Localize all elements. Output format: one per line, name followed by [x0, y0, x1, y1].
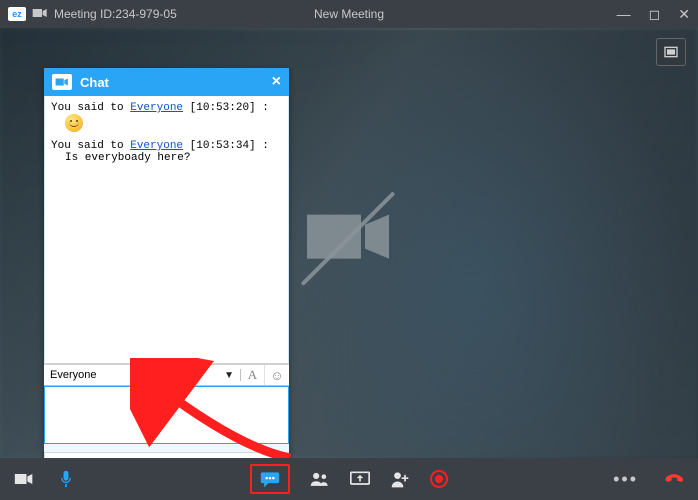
hangup-button[interactable]: [664, 470, 684, 488]
bottom-toolbar: •••: [0, 458, 698, 500]
share-screen-button[interactable]: [350, 470, 370, 488]
chat-title: Chat: [80, 75, 109, 90]
chat-message-body: Is everyboady here?: [51, 152, 282, 166]
chat-close-button[interactable]: ×: [272, 73, 281, 91]
chat-message: You said to Everyone [10:53:34] :: [51, 140, 282, 152]
chat-recipient-link[interactable]: Everyone: [130, 102, 183, 114]
window-title: New Meeting: [314, 7, 384, 21]
minimize-button[interactable]: —: [617, 6, 631, 22]
video-area: Chat × You said to Everyone [10:53:20] :…: [0, 28, 698, 458]
app-logo-icon: ez: [8, 7, 26, 21]
close-window-button[interactable]: ✕: [678, 6, 690, 23]
chat-panel: Chat × You said to Everyone [10:53:20] :…: [44, 68, 289, 458]
chat-message: You said to Everyone [10:53:20] :: [51, 102, 282, 114]
chat-message-body: [51, 114, 282, 132]
record-button[interactable]: [430, 470, 448, 488]
emoji-picker-button[interactable]: ☺: [265, 365, 289, 385]
add-participant-button[interactable]: [390, 470, 410, 488]
chat-button[interactable]: [250, 464, 290, 494]
mic-toggle-button[interactable]: [56, 470, 76, 488]
chat-recipient-select[interactable]: Everyone ▼: [44, 369, 241, 381]
chevron-down-icon: ▼: [224, 370, 234, 381]
chat-log: You said to Everyone [10:53:20] : You sa…: [44, 96, 289, 364]
participants-button[interactable]: [310, 470, 330, 488]
camera-toggle-button[interactable]: [14, 470, 34, 488]
font-format-button[interactable]: A: [241, 365, 265, 385]
chat-recipient-link[interactable]: Everyone: [130, 140, 183, 152]
chat-input[interactable]: [44, 386, 289, 444]
record-icon: [430, 470, 448, 488]
more-options-button[interactable]: •••: [613, 469, 638, 490]
camera-small-icon: [32, 7, 48, 22]
chat-app-icon: [52, 74, 72, 90]
titlebar: ez Meeting ID:234-979-05 New Meeting — ◻…: [0, 0, 698, 28]
chat-recipient-selected: Everyone: [50, 369, 96, 381]
meeting-id-label: Meeting ID:234-979-05: [54, 7, 177, 21]
maximize-button[interactable]: ◻: [649, 6, 661, 23]
fullscreen-button[interactable]: [656, 38, 686, 66]
smiley-emoji-icon: [65, 114, 83, 132]
chat-header[interactable]: Chat ×: [44, 68, 289, 96]
camera-off-icon: [303, 201, 395, 278]
